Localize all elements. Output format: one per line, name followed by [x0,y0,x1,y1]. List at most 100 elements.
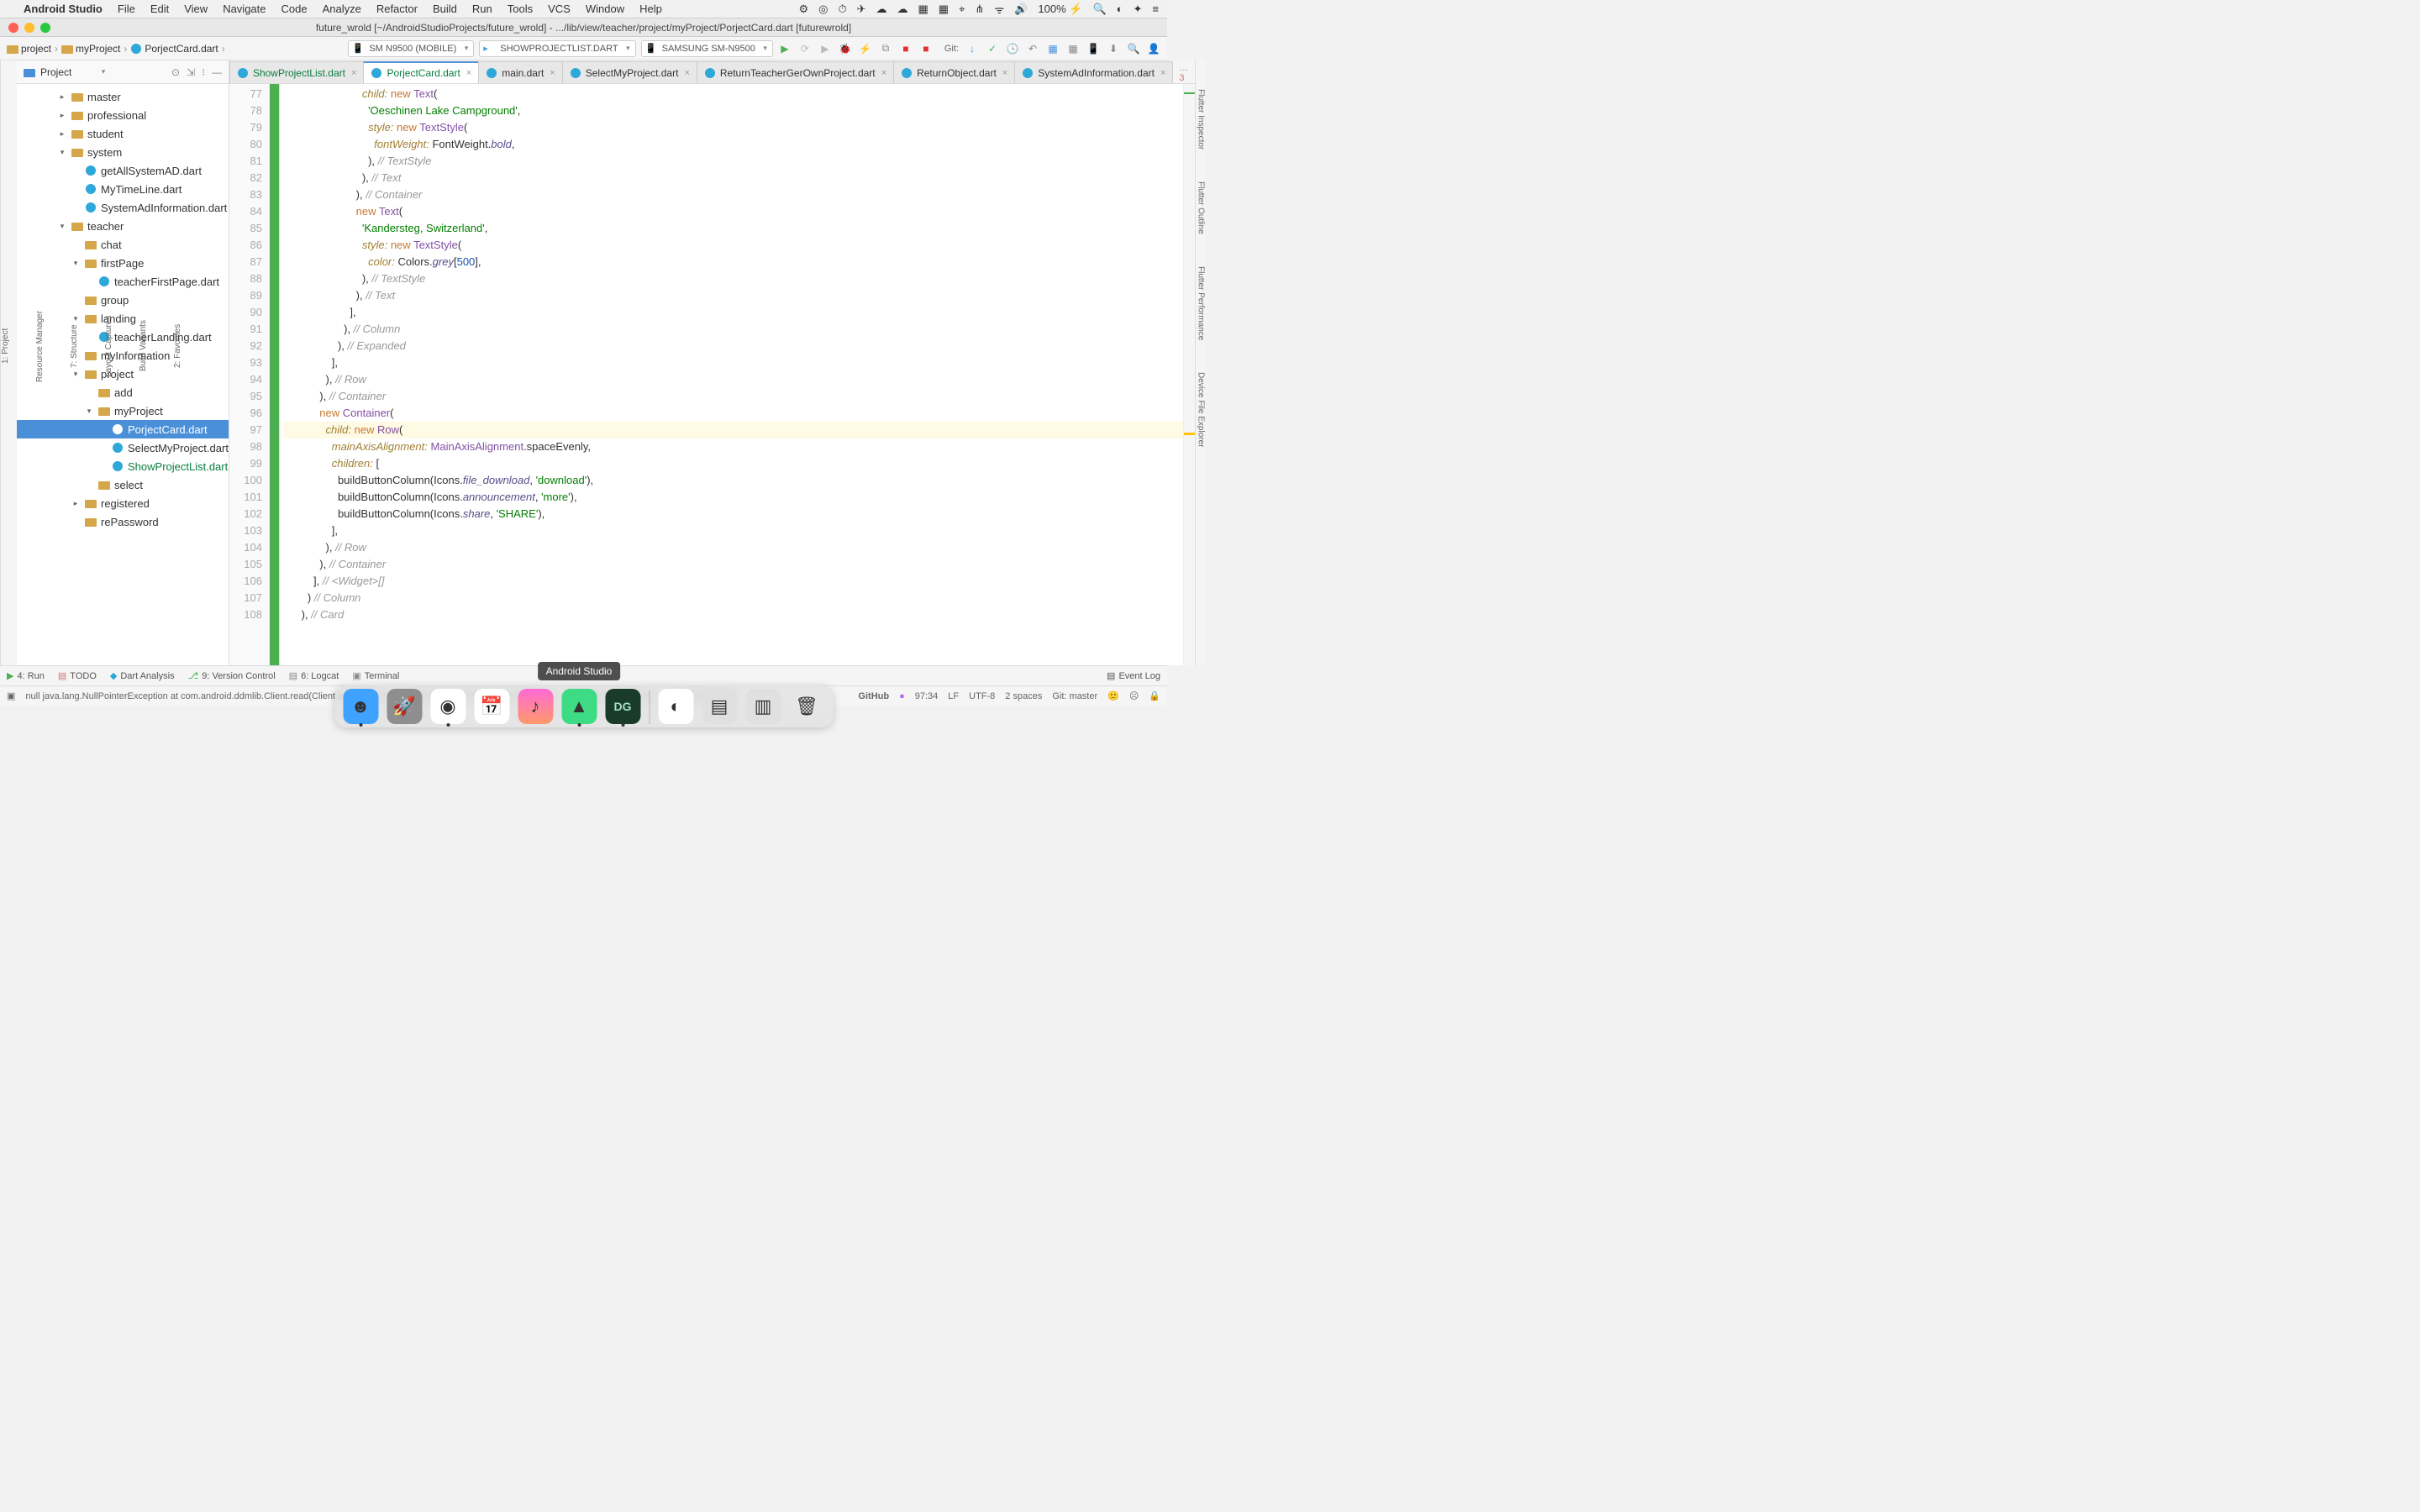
menu-navigate[interactable]: Navigate [223,3,266,15]
tree-arrow-icon[interactable]: ▸ [71,499,81,508]
menu-build[interactable]: Build [433,3,457,15]
code-line[interactable]: ], // <Widget>[] [283,573,1183,590]
emoji1-icon[interactable]: 🙂 [1107,690,1119,701]
cursor-position[interactable]: 97:34 [915,691,939,701]
line-number[interactable]: 85 [229,220,262,237]
dock-app-launchpad[interactable]: 🚀 [387,689,422,724]
debug-run-icon[interactable]: ▶ [818,42,832,55]
left-rail-item[interactable]: Layout Captures [104,312,113,380]
menu-tools[interactable]: Tools [508,3,533,15]
run-button[interactable]: ▶ [778,42,792,55]
menubar-status-icon[interactable]: ▦ [918,3,929,16]
code-line[interactable]: buildButtonColumn(Icons.file_download, '… [283,472,1183,489]
close-tab-icon[interactable]: × [550,68,555,78]
line-number[interactable]: 108 [229,606,262,623]
line-number[interactable]: 91 [229,321,262,338]
line-number[interactable]: 100 [229,472,262,489]
github-status[interactable]: GitHub [858,691,889,701]
right-rail-item[interactable]: Flutter Inspector [1196,86,1205,153]
app-name[interactable]: Android Studio [24,3,103,15]
tree-item[interactable]: ▾landing [17,309,229,328]
debug-button[interactable]: 🐞 [839,42,852,55]
editor-tab[interactable]: SelectMyProject.dart× [562,61,697,83]
close-tab-icon[interactable]: × [351,68,356,78]
apply-changes-icon[interactable]: ⟳ [798,42,812,55]
tree-arrow-icon[interactable]: ▸ [57,111,67,120]
code-line[interactable]: new Container( [283,405,1183,422]
code-line[interactable]: ), // Expanded [283,338,1183,354]
tabs-overflow[interactable]: … 3 [1172,63,1195,83]
menu-file[interactable]: File [118,3,135,15]
minimize-button[interactable] [24,23,34,33]
left-rail-item[interactable]: 1: Project [1,325,10,367]
menubar-status-icon[interactable]: ⋔ [975,3,984,16]
device-selector[interactable]: 📱SM N9500 (MOBILE) [348,40,474,57]
tree-item[interactable]: PorjectCard.dart [17,420,229,438]
grid1-icon[interactable]: ▦ [1046,42,1060,55]
code-line[interactable]: color: Colors.grey[500], [283,254,1183,270]
logcat-tool[interactable]: ▤ 6: Logcat [289,670,339,681]
code-line[interactable]: children: [ [283,455,1183,472]
left-rail-item[interactable]: 2: Favorites [173,321,182,371]
code-line[interactable]: ], [283,522,1183,539]
code-line[interactable]: ), // Card [283,606,1183,623]
menu-edit[interactable]: Edit [150,3,169,15]
menubar-status-icon[interactable]: ⚙ [798,3,808,16]
maximize-button[interactable] [40,23,50,33]
line-number[interactable]: 98 [229,438,262,455]
dock-app-calendar[interactable]: 📅 [474,689,509,724]
line-number[interactable]: 84 [229,203,262,220]
tool-window-toggle-icon[interactable]: ▣ [7,690,15,701]
line-number[interactable]: 79 [229,119,262,136]
hide-icon[interactable]: — [212,66,222,78]
line-number[interactable]: 93 [229,354,262,371]
code-line[interactable]: ), // Container [283,556,1183,573]
tree-item[interactable]: rePassword [17,512,229,531]
menubar-status-icon[interactable]: ☁ [897,3,908,16]
menu-view[interactable]: View [184,3,208,15]
editor-tab[interactable]: ReturnTeacherGerOwnProject.dart× [697,61,894,83]
emoji2-icon[interactable]: ☹ [1129,690,1139,701]
line-number[interactable]: 87 [229,254,262,270]
menu-vcs[interactable]: VCS [548,3,571,15]
left-rail-item[interactable]: 7: Structure [70,321,79,371]
lock-icon[interactable]: 🔒 [1149,690,1160,701]
dock-app-app3[interactable]: ▥ [745,689,781,724]
tree-item[interactable]: ▾project [17,365,229,383]
dock-app-chrome[interactable]: ◉ [430,689,466,724]
code-line[interactable]: style: new TextStyle( [283,237,1183,254]
code-line[interactable]: style: new TextStyle( [283,119,1183,136]
event-log-tool[interactable]: ▤ Event Log [1107,670,1160,681]
menubar-status-icon[interactable]: ☁ [876,3,887,16]
deploy-target-selector[interactable]: 📱SAMSUNG SM-N9500 [641,40,773,57]
code-line[interactable]: ), // Column [283,321,1183,338]
git-revert-icon[interactable]: ↶ [1026,42,1039,55]
code-content[interactable]: child: new Text( 'Oeschinen Lake Campgro… [280,84,1183,665]
line-number[interactable]: 80 [229,136,262,153]
tree-item[interactable]: ▾firstPage [17,254,229,272]
tree-item[interactable]: group [17,291,229,309]
encoding[interactable]: UTF-8 [969,691,995,701]
line-number[interactable]: 90 [229,304,262,321]
line-ending[interactable]: LF [948,691,959,701]
close-tab-icon[interactable]: × [881,68,886,78]
error-stripe[interactable] [1183,84,1195,665]
expand-icon[interactable]: ⇲ [187,66,195,78]
tree-arrow-icon[interactable]: ▸ [57,92,67,102]
tree-item[interactable]: SelectMyProject.dart [17,438,229,457]
code-line[interactable]: new Text( [283,203,1183,220]
line-number[interactable]: 97 [229,422,262,438]
code-line[interactable]: ), // Container [283,388,1183,405]
menubar-status-icon[interactable]: ᯤ [994,2,1004,17]
tree-item[interactable]: chat [17,235,229,254]
attach-debugger-icon[interactable]: ⧉ [879,42,892,55]
code-line[interactable]: buildButtonColumn(Icons.announcement, 'm… [283,489,1183,506]
line-number[interactable]: 103 [229,522,262,539]
git-update-icon[interactable]: ↓ [965,42,979,55]
code-line[interactable]: ], [283,304,1183,321]
menu-analyze[interactable]: Analyze [323,3,361,15]
close-tab-icon[interactable]: × [466,68,471,78]
menubar-extra-icon[interactable]: 🔍 [1092,3,1106,16]
dock-app-trash[interactable]: 🗑 [789,689,824,724]
code-line[interactable]: ], [283,354,1183,371]
